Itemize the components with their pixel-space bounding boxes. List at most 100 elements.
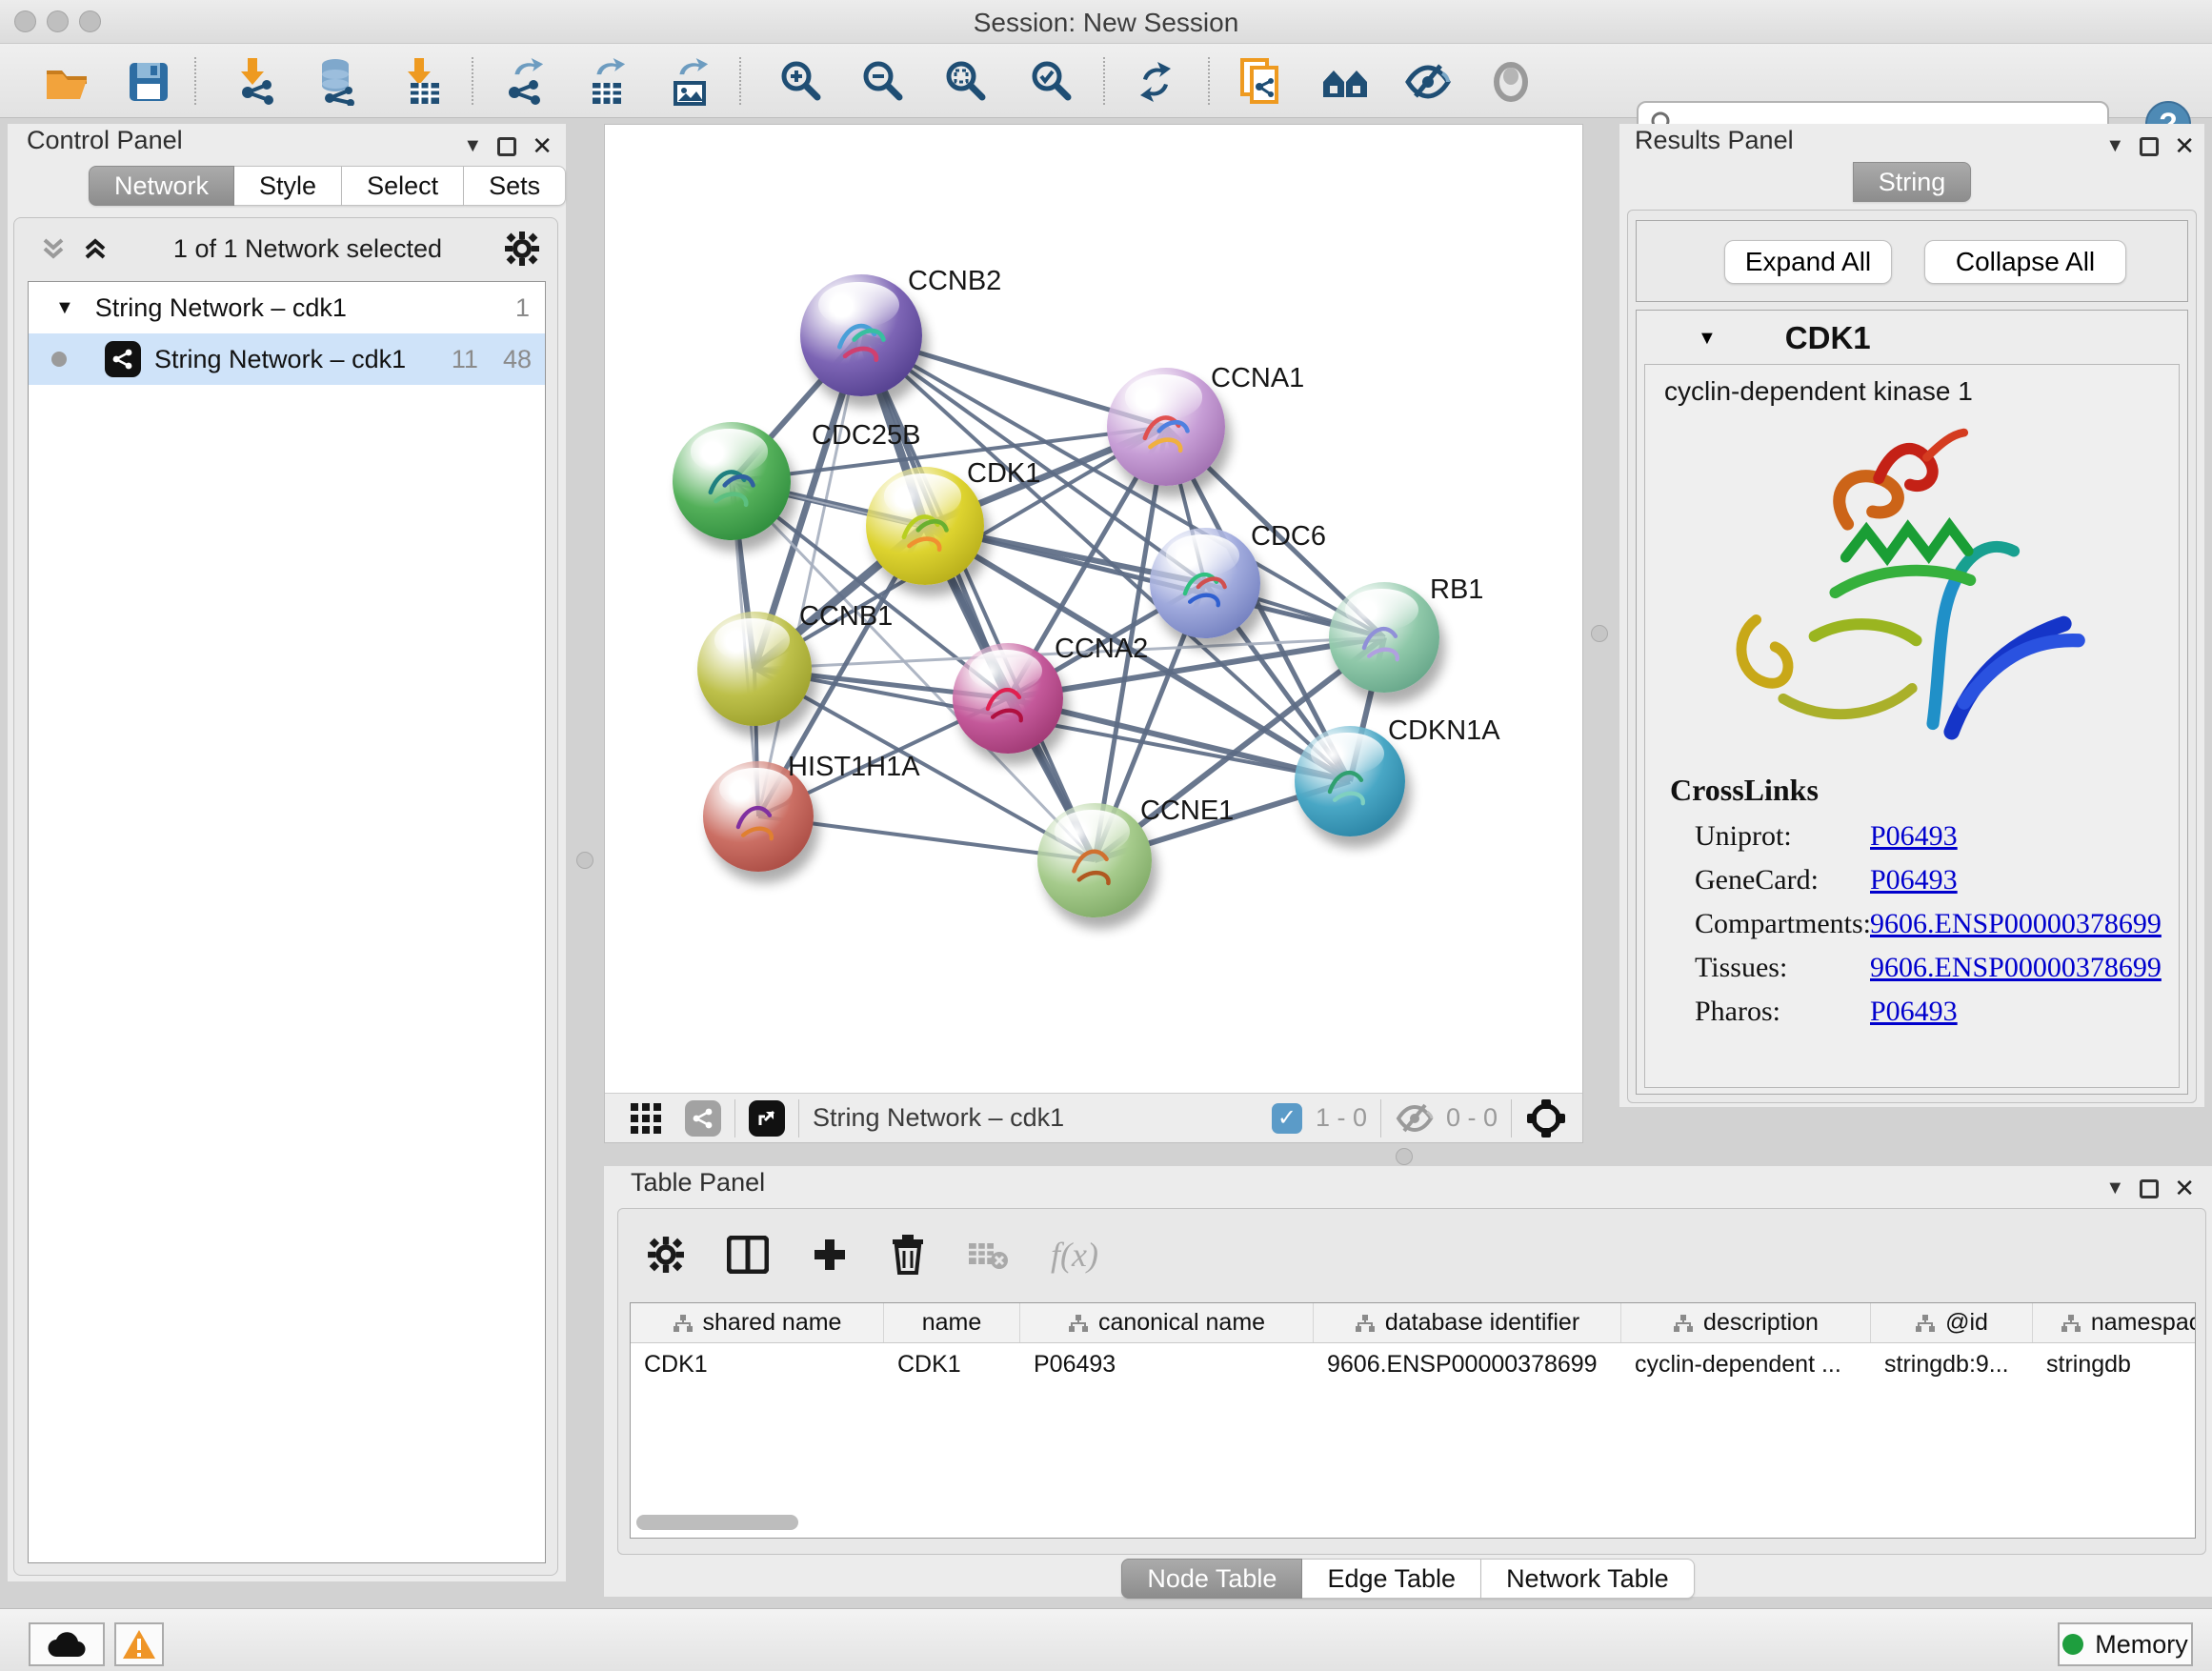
network-node-cdc25b[interactable] [673,422,791,540]
tab-string[interactable]: String [1853,162,1972,202]
expand-all-chevron-icon[interactable] [79,234,111,263]
column-header-name[interactable]: name [884,1303,1020,1342]
warnings-button[interactable] [114,1622,164,1666]
zoom-fit-button[interactable] [938,55,992,109]
network-canvas[interactable]: CCNB2CCNA1CDC25BCDK1CDC6RB1CCNB1CCNA2CDK… [605,125,1582,1093]
column-header-database-identifier[interactable]: database identifier [1314,1303,1621,1342]
tab-node-table[interactable]: Node Table [1121,1559,1302,1599]
panel-close-icon[interactable]: ✕ [2174,1174,2195,1203]
clone-network-button[interactable] [1234,55,1287,109]
collection-count: 1 [515,293,530,323]
export-image-button[interactable] [663,55,716,109]
crosslink-link[interactable]: P06493 [1870,996,1958,1028]
horizontal-splitter-handle[interactable] [1396,1148,1413,1165]
import-network-database-button[interactable] [312,55,365,109]
column-header-label: database identifier [1385,1309,1579,1337]
delete-column-trash-icon[interactable] [891,1235,925,1275]
panel-float-icon[interactable] [497,137,516,156]
network-node-ccne1[interactable] [1037,803,1152,917]
import-table-button[interactable] [398,55,452,109]
function-builder-label[interactable]: f(x) [1051,1235,1098,1275]
column-header-description[interactable]: description [1621,1303,1871,1342]
panel-float-icon[interactable] [2140,1179,2159,1198]
tab-sets[interactable]: Sets [464,166,566,206]
refresh-view-button[interactable] [1129,55,1182,109]
panel-close-icon[interactable]: ✕ [2174,131,2195,161]
crosslink-link[interactable]: 9606.ENSP00000378699 [1870,908,2162,940]
export-network-button[interactable] [498,55,552,109]
birdseye-crosshair-icon[interactable] [1525,1097,1567,1139]
network-row[interactable]: String Network – cdk1 11 48 [29,333,545,385]
panel-menu-caret-icon[interactable]: ▼ [463,135,482,157]
network-node-ccna2[interactable] [953,643,1063,754]
collapse-all-chevron-icon[interactable] [37,234,70,263]
column-header-shared-name[interactable]: shared name [631,1303,884,1342]
crosslink-link[interactable]: P06493 [1870,864,1958,896]
table-cell[interactable]: cyclin-dependent ... [1621,1343,1871,1385]
window-title: Session: New Session [0,8,2212,38]
collapse-all-button[interactable]: Collapse All [1924,240,2126,284]
memory-button[interactable]: Memory [2058,1622,2193,1666]
network-node-cdc6[interactable] [1150,528,1260,638]
column-header-namespace[interactable]: namespace [2033,1303,2196,1342]
panel-float-icon[interactable] [2140,137,2159,156]
table-tabs: Node Table Edge Table Network Table [1121,1559,1694,1599]
column-header--id[interactable]: @id [1871,1303,2033,1342]
tab-network-table[interactable]: Network Table [1481,1559,1695,1599]
add-column-plus-icon[interactable] [811,1236,849,1274]
import-network-file-button[interactable] [231,55,285,109]
gene-section-header[interactable]: ▼ CDK1 [1637,316,2187,360]
expand-all-button[interactable]: Expand All [1724,240,1892,284]
tab-style[interactable]: Style [234,166,342,206]
panel-close-icon[interactable]: ✕ [532,131,553,161]
crosslink-link[interactable]: P06493 [1870,820,1958,853]
presentation-mode-button[interactable] [1484,55,1538,109]
crosslink-row: Uniprot: P06493 [1695,820,2171,864]
table-cell[interactable]: CDK1 [631,1343,884,1385]
zoom-out-button[interactable] [855,55,909,109]
panel-menu-caret-icon[interactable]: ▼ [2105,135,2124,157]
network-share-badge-icon[interactable] [685,1100,721,1137]
hide-glass-button[interactable] [1401,55,1455,109]
delete-table-icon[interactable] [967,1238,1009,1272]
table-row[interactable]: CDK1CDK1P064939606.ENSP00000378699cyclin… [631,1343,2195,1385]
network-node-rb1[interactable] [1329,582,1439,693]
network-status-dot-icon [51,352,67,367]
network-node-ccna1[interactable] [1107,368,1225,486]
network-node-ccnb1[interactable] [697,612,812,726]
node-structure-thumbnail [1351,610,1418,676]
table-options-gear-icon[interactable] [647,1236,685,1274]
vertical-splitter-handle[interactable] [1591,625,1608,642]
export-table-button[interactable] [580,55,633,109]
tab-edge-table[interactable]: Edge Table [1302,1559,1481,1599]
column-header-canonical-name[interactable]: canonical name [1020,1303,1314,1342]
section-expander-icon[interactable]: ▼ [1698,328,1717,350]
table-cell[interactable]: stringdb [2033,1343,2196,1385]
crosslink-link[interactable]: 9606.ENSP00000378699 [1870,952,2162,984]
open-in-window-icon[interactable] [749,1100,785,1137]
tab-network[interactable]: Network [89,166,234,206]
table-cell[interactable]: P06493 [1020,1343,1314,1385]
network-options-gear-icon[interactable] [504,231,540,267]
selected-checkbox-icon[interactable]: ✓ [1272,1103,1302,1134]
vertical-splitter-handle[interactable] [576,852,593,869]
tab-select[interactable]: Select [342,166,464,206]
zoom-in-button[interactable] [774,55,827,109]
save-session-button[interactable] [122,55,175,109]
tree-expander-icon[interactable]: ▼ [55,297,74,319]
table-cell[interactable]: CDK1 [884,1343,1020,1385]
horizontal-scrollbar[interactable] [636,1515,798,1530]
cloud-status-button[interactable] [29,1622,105,1666]
crosslink-label: Uniprot: [1695,820,1792,852]
panel-menu-caret-icon[interactable]: ▼ [2105,1178,2124,1199]
open-session-button[interactable] [40,55,93,109]
network-node-ccnb2[interactable] [800,274,922,396]
network-collection-row[interactable]: ▼ String Network – cdk1 1 [29,282,545,333]
string-home-button[interactable] [1318,55,1372,109]
show-columns-icon[interactable] [727,1236,769,1274]
table-cell[interactable]: 9606.ENSP00000378699 [1314,1343,1621,1385]
grid-view-icon[interactable] [630,1102,662,1135]
zoom-selected-button[interactable] [1024,55,1077,109]
node-label-cdc6: CDC6 [1251,521,1326,553]
table-cell[interactable]: stringdb:9... [1871,1343,2033,1385]
